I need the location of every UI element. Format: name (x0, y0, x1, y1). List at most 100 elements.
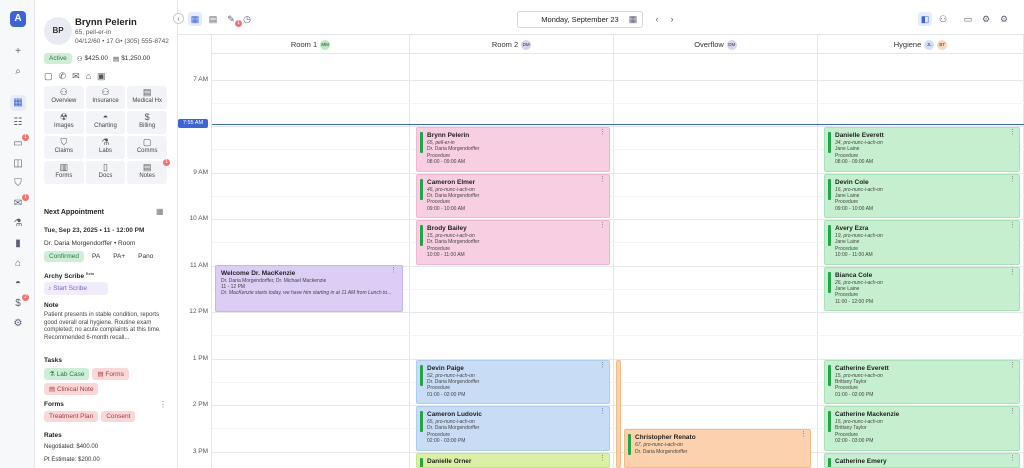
column-header-hygiene[interactable]: Hygiene JL BT (818, 35, 1024, 54)
appointment-card[interactable]: Bianca Cole 26, pro-nunc-i-ach-on Jane Lai… (824, 266, 1020, 311)
search-icon[interactable]: ⌕ (10, 64, 26, 80)
appointment-patient: Brody Bailey (427, 225, 467, 232)
settings-alt-icon[interactable]: ⚙ (979, 12, 993, 26)
status-bar (420, 364, 423, 386)
chevron-right-icon[interactable]: › (665, 12, 679, 26)
more-icon[interactable]: ⋮ (1009, 408, 1016, 415)
overflow-block-strip[interactable] (616, 359, 621, 468)
more-icon[interactable]: ⋮ (1009, 455, 1016, 462)
appointment-card[interactable]: Catherine Everett 15, pro-nunc-i-ach-on Br… (824, 359, 1020, 404)
column-header-room-1[interactable]: Room 1 MM (212, 35, 410, 54)
more-icon[interactable]: ⋮ (1009, 362, 1016, 369)
appointment-card[interactable]: Catherine Emery ⋮ (824, 452, 1020, 468)
appointment-card[interactable]: Catherine Mackenzie 15, pro-nunc-i-ach-on… (824, 406, 1020, 451)
phone-icon[interactable]: ✆ (59, 71, 67, 82)
tools-icon[interactable]: ✎ 1 (224, 12, 242, 27)
bank-icon[interactable]: ⌂ (10, 256, 26, 272)
more-icon[interactable]: ⋮ (390, 267, 397, 274)
inbox-icon[interactable]: ▭ (961, 12, 975, 26)
task-forms[interactable]: ▤ Forms (92, 368, 129, 380)
bank-icon[interactable]: ⌂ (86, 71, 91, 82)
more-icon[interactable]: ⋮ (599, 129, 606, 136)
date-picker[interactable]: Monday, September 23 (517, 11, 643, 28)
appointment-card[interactable]: Danielle Everett 34, pro-nunc-i-ach-on Jan… (824, 127, 1020, 172)
reports-icon[interactable]: ▮ (10, 236, 26, 252)
nav-billing[interactable]: $ Billing (127, 111, 167, 134)
patients-icon[interactable]: ☷ (10, 115, 26, 131)
appointment-card[interactable]: Devin Cole 16, pro-nunc-i-ach-on Jane Lain… (824, 173, 1020, 218)
more-icon[interactable]: ⋮ (1009, 222, 1016, 229)
task-lab-case[interactable]: ⚗ Lab Case (44, 368, 90, 380)
nav-claims[interactable]: ⛉ Claims (44, 136, 84, 159)
chevron-left-icon[interactable]: ‹ (650, 12, 664, 26)
more-icon[interactable]: ⋮ (599, 408, 606, 415)
form-consent[interactable]: Consent (101, 411, 136, 422)
confirmed-badge[interactable]: Confirmed (44, 251, 84, 262)
gear-icon[interactable]: ⚙ (10, 316, 26, 332)
nav-notes[interactable]: ▤ Notes 1 (127, 159, 170, 184)
welcome-event[interactable]: Welcome Dr. MacKenzie Dr. Daria Morgendor… (215, 264, 403, 312)
nav-charting[interactable]: ◓ Charting (85, 111, 126, 134)
collapse-panel-icon[interactable]: ‹ (173, 13, 184, 24)
gear-icon[interactable]: ⚙ (997, 12, 1011, 26)
task-clinical-note[interactable]: ▤ Clinical Note (44, 383, 99, 395)
appointment-card[interactable]: Cameron Ludovic 65, pro-nunc-i-ach-on Dr. … (416, 406, 610, 451)
payment-icon[interactable]: ▣ (97, 71, 106, 82)
appointment-card[interactable]: Cameron Elmer 46, pro-nunc-i-ach-on Dr. Da… (416, 173, 610, 218)
patient-name[interactable]: Brynn Pelerin (75, 17, 137, 28)
more-icon[interactable]: ⋮ (1009, 129, 1016, 136)
appointment-card[interactable]: Christopher Renato 67, pro-nunc-i-ach-on D… (624, 429, 811, 468)
tooth-icon[interactable]: ◓ (10, 276, 26, 292)
dollar-icon: $ (144, 112, 150, 122)
dollar-icon[interactable]: $2 (10, 294, 29, 312)
layout-icon[interactable]: ◧ (918, 12, 932, 26)
more-icon[interactable]: ⋮ (599, 362, 606, 369)
nav-forms[interactable]: ▥ Forms (44, 161, 84, 184)
more-icon[interactable]: ⋮ (599, 222, 606, 229)
nav-overview[interactable]: ⚇ Overview (44, 86, 84, 109)
clock-icon[interactable]: ◷ (240, 12, 254, 26)
day-view-icon[interactable]: ▦ (188, 12, 202, 26)
column-name: Overflow (694, 40, 724, 49)
nav-comms[interactable]: ▢ Comms (127, 136, 167, 159)
shield-icon[interactable]: ⛉ (10, 176, 26, 192)
list-view-icon[interactable]: ▤ (206, 12, 220, 26)
column-header-room-2[interactable]: Room 2 DM (410, 35, 614, 54)
appointment-time: 11:00 - 12:00 PM (835, 298, 873, 305)
more-icon[interactable]: ⋮ (800, 431, 807, 438)
more-icon[interactable]: ⋮ (1009, 176, 1016, 183)
flask-icon[interactable]: ⚗ (10, 216, 26, 232)
half-hour-line (212, 102, 1024, 104)
appointment-card[interactable]: Avery Ezra 19, pro-nunc-i-ach-on Jane Lain… (824, 220, 1020, 265)
column-header-overflow[interactable]: Overflow DM (614, 35, 818, 54)
nav-label: Billing (139, 123, 156, 129)
nav-insurance[interactable]: ⚇ Insurance (85, 86, 126, 109)
calendar-picker-icon[interactable]: ▦ (626, 12, 640, 26)
appointment-card[interactable]: Brody Bailey 15, pro-nunc-i-ach-on Dr. Dar… (416, 220, 610, 265)
mail-icon[interactable]: ✉ 1 (10, 194, 29, 212)
more-icon[interactable]: ⋮ (599, 176, 606, 183)
app-logo[interactable]: A (10, 11, 26, 27)
nav-images[interactable]: ☢ Images (44, 111, 84, 134)
more-icon[interactable]: ⋮ (1009, 269, 1016, 276)
messages-icon[interactable]: ▭ 1 (10, 134, 29, 152)
provider-icon[interactable]: ⚇ (936, 12, 950, 26)
time-label: 1 PM (192, 354, 208, 362)
add-icon[interactable]: + (10, 44, 26, 60)
start-scribe-button[interactable]: ♪ Start Scribe (44, 282, 108, 295)
nav-docs[interactable]: ▯ Docs (85, 161, 126, 184)
appointment-card[interactable]: Danielle Orner ⋮ (416, 452, 610, 468)
calendar-icon[interactable]: ▦ (10, 95, 26, 111)
appointment-card[interactable]: Devin Paige 52, pro-nunc-i-ach-on Dr. Dari… (416, 359, 610, 404)
provider-initials: DM (521, 40, 532, 51)
chat-icon[interactable]: ◫ (10, 156, 26, 172)
calendar-icon[interactable]: ▦ (156, 207, 164, 216)
more-icon[interactable]: ⋮ (599, 455, 606, 462)
nav-labs[interactable]: ⚗ Labs (85, 136, 126, 159)
appointment-card[interactable]: Brynn Pelerin 65, pell-er-in Dr. Daria Mor… (416, 127, 610, 172)
nav-medical-hx[interactable]: ▤ Medical Hx (127, 86, 167, 109)
chat-icon[interactable]: ▢ (44, 71, 53, 82)
form-treatment-plan[interactable]: Treatment Plan (44, 411, 99, 422)
forms-more-icon[interactable]: ⋮ (159, 400, 167, 409)
mail-icon[interactable]: ✉ (72, 71, 80, 82)
